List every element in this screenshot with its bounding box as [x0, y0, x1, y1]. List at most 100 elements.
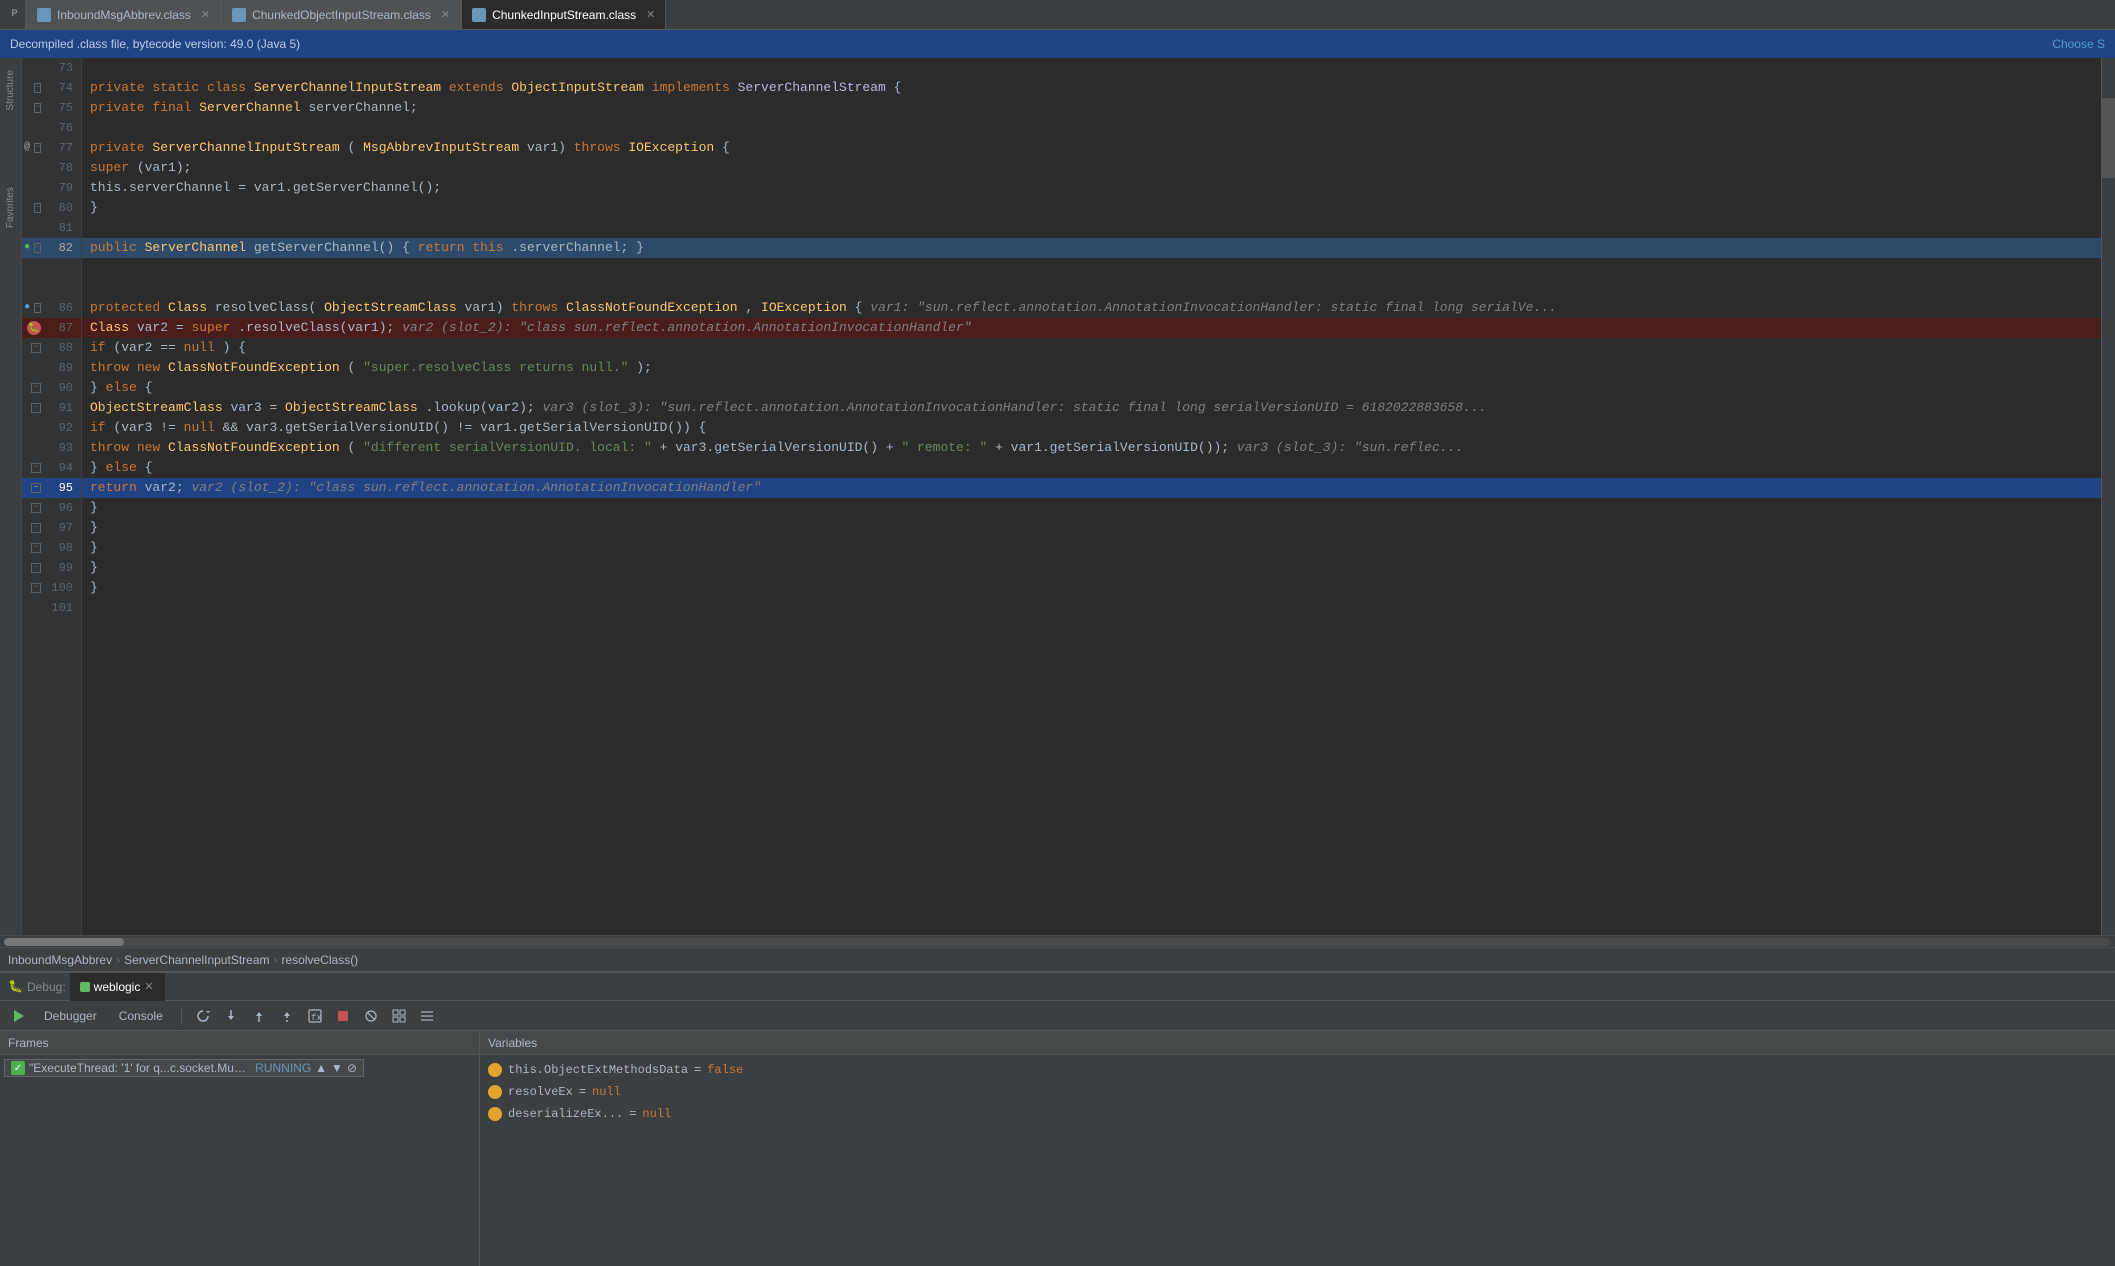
fold-97[interactable]: − — [31, 523, 41, 533]
tab3-close[interactable]: ✕ — [646, 8, 655, 21]
evaluate-btn[interactable]: fx — [304, 1005, 326, 1027]
breadcrumb: InboundMsgAbbrev › ServerChannelInputStr… — [0, 947, 2115, 971]
gutter-line-78: 78 — [22, 158, 81, 178]
fold-99[interactable]: − — [31, 563, 41, 573]
fold-90[interactable]: − — [31, 383, 41, 393]
tab-1[interactable]: InboundMsgAbbrev.class ✕ — [26, 0, 221, 29]
bp-80 — [22, 203, 30, 213]
code-line-100: } — [82, 578, 2101, 598]
fold-94[interactable]: − — [31, 463, 41, 473]
debug-session-tab[interactable]: weblogic ✕ — [70, 973, 165, 1001]
thread-dropdown[interactable]: ✓ "ExecuteThread: '1' for q...c.socket.M… — [4, 1059, 364, 1077]
stop-btn[interactable] — [332, 1005, 354, 1027]
grid-btn[interactable] — [388, 1005, 410, 1027]
h-scrollbar[interactable] — [0, 935, 2115, 947]
gutter-line-97: − 97 — [22, 518, 81, 538]
var-item-2: resolveEx = null — [484, 1081, 2111, 1103]
session-close[interactable]: ✕ — [144, 980, 153, 993]
tab2-label: ChunkedObjectInputStream.class — [252, 8, 431, 22]
debug-panel: 🐛 Debug: weblogic ✕ Debugger Console — [0, 971, 2115, 1266]
left-side-panel: Structure Favorites — [0, 58, 22, 935]
tab-2[interactable]: ChunkedObjectInputStream.class ✕ — [221, 0, 461, 29]
favorites-tab[interactable]: Favorites — [1, 179, 20, 236]
var-val-3: null — [642, 1107, 671, 1121]
up-arrow[interactable]: ▲ — [315, 1061, 327, 1075]
fold-100[interactable]: − — [31, 583, 41, 593]
annotation-77: @ — [24, 138, 30, 158]
step-over-btn[interactable] — [192, 1005, 214, 1027]
fold-74[interactable]: − — [34, 83, 41, 93]
var-name-1: this.ObjectExtMethodsData — [508, 1063, 688, 1077]
thread-label: "ExecuteThread: '1' for q...c.socket.Mux… — [29, 1061, 247, 1075]
gutter-line-94: − 94 — [22, 458, 81, 478]
fold-96[interactable]: − — [31, 503, 41, 513]
tab1-close[interactable]: ✕ — [201, 8, 210, 21]
variables-content: this.ObjectExtMethodsData = false resolv… — [480, 1055, 2115, 1266]
code-line-84 — [82, 278, 2101, 298]
fold-91[interactable]: − — [31, 403, 41, 413]
gutter-line-100: − 100 — [22, 578, 81, 598]
console-label-btn[interactable]: Console — [111, 1007, 171, 1025]
code-line-76 — [82, 118, 2101, 138]
right-scrollbar[interactable] — [2101, 58, 2115, 935]
breadcrumb-part-1[interactable]: InboundMsgAbbrev — [8, 953, 112, 967]
step-into-btn[interactable] — [220, 1005, 242, 1027]
frames-content: ✓ "ExecuteThread: '1' for q...c.socket.M… — [0, 1055, 479, 1266]
var-name-2: resolveEx — [508, 1085, 573, 1099]
debug-label: Debug: — [27, 980, 66, 994]
var-eq-2: = — [579, 1085, 586, 1099]
settings-btn[interactable] — [416, 1005, 438, 1027]
debug-tabs-bar: 🐛 Debug: weblogic ✕ — [0, 973, 2115, 1001]
gutter-line-74: − 74 — [22, 78, 81, 98]
h-scrollbar-track[interactable] — [4, 938, 2111, 946]
fold-88[interactable]: − — [31, 343, 41, 353]
var-eq-1: = — [694, 1063, 701, 1077]
mute-btn[interactable] — [360, 1005, 382, 1027]
structure-tab[interactable]: Structure — [1, 62, 20, 119]
debugger-label-btn[interactable]: Debugger — [36, 1007, 105, 1025]
code-line-98: } — [82, 538, 2101, 558]
var-eq-3: = — [629, 1107, 636, 1121]
code-content[interactable]: private static class ServerChannelInputS… — [82, 58, 2101, 935]
gutter-line-90: − 90 — [22, 378, 81, 398]
run-82: ● — [24, 238, 30, 258]
fold-98[interactable]: − — [31, 543, 41, 553]
down-arrow[interactable]: ▼ — [331, 1061, 343, 1075]
fold-95[interactable]: − — [31, 483, 41, 493]
bp-87: 🐛 — [27, 321, 41, 335]
var-val-2: null — [592, 1085, 621, 1099]
fold-86[interactable]: − — [34, 303, 41, 313]
debug-resume-btn[interactable] — [8, 1005, 30, 1027]
code-line-99: } — [82, 558, 2101, 578]
fold-75[interactable]: − — [34, 103, 41, 113]
tabs-bar: P InboundMsgAbbrev.class ✕ ChunkedObject… — [0, 0, 2115, 30]
var-val-1: false — [707, 1063, 743, 1077]
fold-77[interactable]: − — [34, 143, 41, 153]
tab1-label: InboundMsgAbbrev.class — [57, 8, 191, 22]
info-bar: Decompiled .class file, bytecode version… — [0, 30, 2115, 58]
scrollbar-thumb[interactable] — [2102, 98, 2115, 178]
var-icon-2 — [488, 1085, 502, 1099]
gutter-line-95: − 95 — [22, 478, 81, 498]
tab3-icon — [472, 8, 486, 22]
run-cursor-btn[interactable] — [276, 1005, 298, 1027]
breadcrumb-sep-2: › — [274, 953, 278, 967]
app-container: P InboundMsgAbbrev.class ✕ ChunkedObject… — [0, 0, 2115, 1266]
editor-main: Structure Favorites 73 − 74 — [0, 58, 2115, 935]
debug-icon-86: ● — [24, 298, 30, 318]
tab-3[interactable]: ChunkedInputStream.class ✕ — [461, 0, 666, 29]
step-out-btn[interactable] — [248, 1005, 270, 1027]
fold-82[interactable]: − — [34, 243, 41, 253]
filter-icon[interactable]: ⊘ — [347, 1061, 357, 1075]
tab2-close[interactable]: ✕ — [441, 8, 450, 21]
breadcrumb-part-3[interactable]: resolveClass() — [282, 953, 359, 967]
var-name-3: deserializeEx... — [508, 1107, 623, 1121]
h-scrollbar-thumb[interactable] — [4, 938, 124, 946]
fold-80[interactable]: − — [34, 203, 41, 213]
gutter-line-75: − 75 — [22, 98, 81, 118]
code-line-90: } else { — [82, 378, 2101, 398]
breadcrumb-part-2[interactable]: ServerChannelInputStream — [124, 953, 269, 967]
project-panel-tab[interactable]: P — [4, 0, 26, 29]
choose-button[interactable]: Choose S — [2052, 37, 2105, 51]
svg-text:fx: fx — [311, 1013, 322, 1023]
